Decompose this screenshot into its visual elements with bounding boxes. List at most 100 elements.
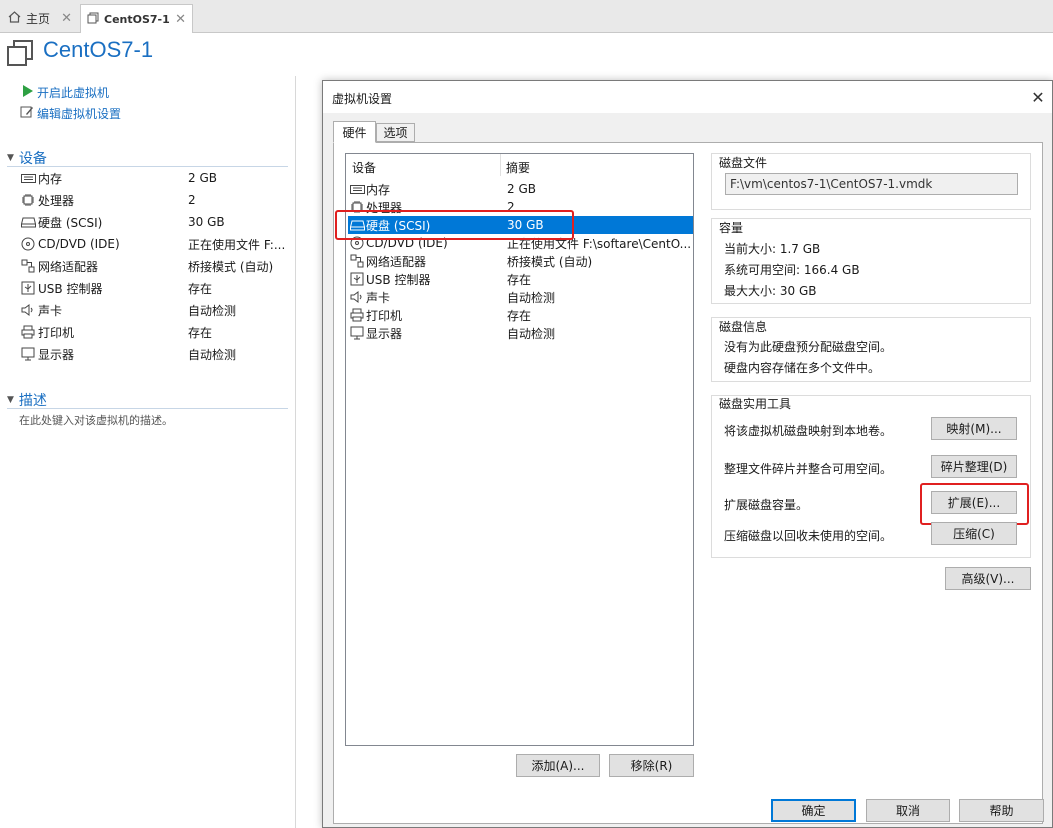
device-summary: 2: [188, 193, 196, 207]
device-row-display[interactable]: 显示器 自动检测: [20, 344, 290, 364]
list-item-printer[interactable]: 打印机 存在: [348, 306, 693, 324]
power-on-link[interactable]: 开启此虚拟机: [20, 84, 109, 101]
device-name: 硬盘 (SCSI): [38, 215, 103, 230]
usb-icon: [348, 271, 366, 287]
page-title: CentOS7-1: [43, 37, 154, 62]
column-header-summary[interactable]: 摘要: [506, 159, 530, 176]
description-section-header[interactable]: ▼ 描述: [7, 390, 47, 410]
vm-summary-pane: [0, 76, 296, 828]
device-row-printer[interactable]: 打印机 存在: [20, 322, 290, 342]
device-row-sound[interactable]: 声卡 自动检测: [20, 300, 290, 320]
tab-vm-label: CentOS7-1: [104, 12, 170, 26]
device-name: 内存: [38, 171, 63, 186]
defragment-button[interactable]: 碎片整理(D): [931, 455, 1017, 478]
device-name: 处理器: [38, 193, 75, 208]
list-item-summary: 桥接模式 (自动): [507, 254, 593, 269]
help-button[interactable]: 帮助: [959, 799, 1044, 822]
close-icon[interactable]: ✕: [1026, 85, 1050, 109]
device-summary: 30 GB: [188, 215, 225, 229]
add-device-button[interactable]: 添加(A)...: [516, 754, 600, 777]
device-row-cd-dvd[interactable]: CD/DVD (IDE) 正在使用文件 F:...: [20, 234, 290, 254]
device-summary: 自动检测: [188, 303, 237, 318]
device-list-header: 设备 摘要: [346, 154, 693, 176]
home-icon: [8, 11, 21, 26]
collapse-icon: ▼: [7, 153, 14, 163]
power-on-label: 开启此虚拟机: [37, 86, 110, 100]
device-name: CD/DVD (IDE): [38, 237, 120, 251]
cd-dvd-icon: [20, 236, 36, 252]
list-item-summary: 自动检测: [507, 290, 556, 305]
vm-tab-icon: [87, 12, 99, 27]
list-item-summary: 存在: [507, 308, 532, 323]
list-item-sound[interactable]: 声卡 自动检测: [348, 288, 693, 306]
close-icon[interactable]: ✕: [175, 12, 186, 27]
collapse-icon: ▼: [7, 395, 14, 405]
advanced-button[interactable]: 高级(V)...: [945, 567, 1031, 590]
ok-button[interactable]: 确定: [771, 799, 856, 822]
processor-icon: [20, 192, 36, 208]
device-row-processor[interactable]: 处理器 2: [20, 190, 290, 210]
column-separator[interactable]: [500, 154, 501, 176]
disk-info-line-2: 硬盘内容存储在多个文件中。: [724, 361, 881, 375]
list-item-summary: 2 GB: [507, 182, 536, 196]
device-name: 网络适配器: [38, 259, 99, 274]
remove-device-button[interactable]: 移除(R): [609, 754, 694, 777]
section-divider: [7, 166, 288, 167]
network-icon: [348, 253, 366, 269]
tab-strip: 主页 ✕ CentOS7-1 ✕: [0, 0, 1053, 33]
devices-section-header[interactable]: ▼ 设备: [7, 148, 47, 168]
list-item-name: USB 控制器: [366, 272, 431, 287]
tab-centos7-1[interactable]: CentOS7-1 ✕: [80, 4, 193, 33]
device-row-network[interactable]: 网络适配器 桥接模式 (自动): [20, 256, 290, 276]
capacity-max-size: 最大大小: 30 GB: [724, 284, 817, 298]
map-button[interactable]: 映射(M)...: [931, 417, 1017, 440]
list-item-name: 显示器: [366, 326, 403, 341]
defrag-description: 整理文件碎片并整合可用空间。: [724, 462, 893, 476]
device-row-usb[interactable]: USB 控制器 存在: [20, 278, 290, 298]
list-item-usb[interactable]: USB 控制器 存在: [348, 270, 693, 288]
list-item-name: 网络适配器: [366, 254, 427, 269]
monitor-icon: [348, 325, 366, 341]
disk-utilities-title: 磁盘实用工具: [719, 397, 792, 411]
memory-icon: [20, 170, 36, 186]
device-row-hard-disk[interactable]: 硬盘 (SCSI) 30 GB: [20, 212, 290, 232]
tab-home[interactable]: 主页 ✕: [2, 4, 78, 33]
disk-file-path-field[interactable]: F:\vm\centos7-1\CentOS7-1.vmdk: [725, 173, 1018, 195]
play-icon: [20, 84, 34, 101]
printer-icon: [348, 307, 366, 323]
compact-button[interactable]: 压缩(C): [931, 522, 1017, 545]
capacity-title: 容量: [719, 221, 744, 235]
list-item-summary: 自动检测: [507, 326, 556, 341]
disk-file-title: 磁盘文件: [719, 156, 768, 170]
highlight-box-expand: [920, 483, 1029, 525]
device-list[interactable]: 设备 摘要 内存 2 GB 处理器 2 硬盘 (SCSI) 30 GB CD/D…: [345, 153, 694, 746]
column-header-device[interactable]: 设备: [352, 159, 376, 176]
edit-settings-link[interactable]: 编辑虚拟机设置: [20, 105, 121, 122]
cancel-button[interactable]: 取消: [866, 799, 950, 822]
list-item-display[interactable]: 显示器 自动检测: [348, 324, 693, 342]
description-input[interactable]: 在此处键入对该虚拟机的描述。: [19, 412, 173, 428]
hard-disk-icon: [20, 214, 36, 230]
list-item-name: 内存: [366, 182, 391, 197]
device-name: 显示器: [38, 347, 75, 362]
edit-settings-icon: [20, 105, 34, 122]
devices-section-title: 设备: [18, 151, 47, 167]
compact-description: 压缩磁盘以回收未使用的空间。: [724, 529, 893, 543]
tab-hardware[interactable]: 硬件: [333, 121, 376, 143]
capacity-available-space: 系统可用空间: 166.4 GB: [724, 263, 860, 277]
speaker-icon: [348, 289, 366, 305]
list-item-network[interactable]: 网络适配器 桥接模式 (自动): [348, 252, 693, 270]
vm-icon: [6, 39, 34, 70]
memory-icon: [348, 181, 366, 197]
close-icon[interactable]: ✕: [61, 11, 72, 26]
list-item-memory[interactable]: 内存 2 GB: [348, 180, 693, 198]
description-section-title: 描述: [18, 393, 47, 409]
dialog-titlebar: [323, 81, 1052, 113]
edit-settings-label: 编辑虚拟机设置: [37, 107, 122, 121]
device-row-memory[interactable]: 内存 2 GB: [20, 168, 290, 188]
device-name: 声卡: [38, 303, 63, 318]
expand-description: 扩展磁盘容量。: [724, 498, 809, 512]
tab-options[interactable]: 选项: [376, 123, 415, 142]
network-icon: [20, 258, 36, 274]
usb-icon: [20, 280, 36, 296]
